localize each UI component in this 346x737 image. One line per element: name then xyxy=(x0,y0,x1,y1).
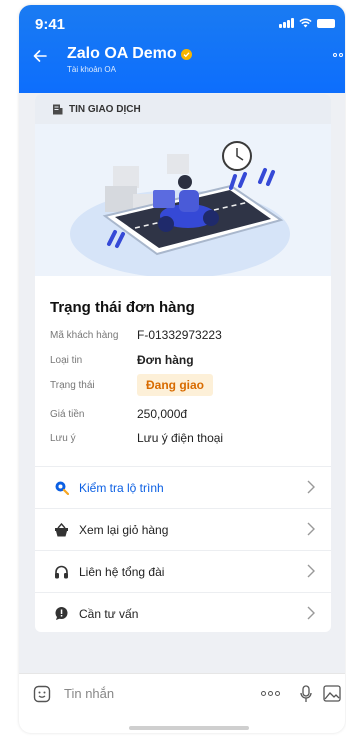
route-search-icon xyxy=(53,480,69,496)
oa-title[interactable]: Zalo OA Demo xyxy=(67,45,192,63)
field-label: Mã khách hàng xyxy=(50,329,119,341)
field-value: F-01332973223 xyxy=(137,328,222,342)
chevron-right-icon xyxy=(307,606,315,620)
home-indicator xyxy=(129,726,249,730)
action-view-cart[interactable]: Xem lại giỏ hàng xyxy=(35,508,331,550)
more-options-icon[interactable] xyxy=(261,691,280,696)
status-icons xyxy=(279,18,335,28)
action-label: Cần tư vấn xyxy=(79,606,139,621)
field-price: Giá tiền 250,000đ xyxy=(50,407,187,421)
field-value: Đơn hàng xyxy=(137,353,194,367)
image-icon[interactable] xyxy=(323,685,341,702)
oa-subtitle: Tài khoản OA xyxy=(67,65,116,74)
status-time: 9:41 xyxy=(35,16,66,33)
battery-icon xyxy=(317,19,335,28)
receipt-icon xyxy=(53,104,63,114)
message-composer: Tin nhắn xyxy=(19,673,345,733)
oa-name: Zalo OA Demo xyxy=(67,45,177,62)
field-value: Lưu ý điện thoại xyxy=(137,431,224,445)
message-input[interactable]: Tin nhắn xyxy=(64,686,114,701)
wifi-icon xyxy=(299,18,312,28)
action-label: Kiểm tra lộ trình xyxy=(79,480,164,495)
status-badge: Đang giao xyxy=(137,374,214,396)
field-label: Giá tiền xyxy=(50,408,85,420)
transaction-card: TIN GIAO DỊCH Trạng thái đơn hàng Mã khá… xyxy=(35,94,331,632)
signal-icon xyxy=(279,18,294,28)
chevron-right-icon xyxy=(307,522,315,536)
action-contact-hotline[interactable]: Liên hệ tổng đài xyxy=(35,550,331,592)
field-status: Trạng thái Đang giao xyxy=(50,374,214,396)
field-value: 250,000đ xyxy=(137,407,188,421)
phone-screen: 9:41 Zalo OA Demo Tài khoản OA TIN GIAO … xyxy=(19,5,345,733)
action-label: Xem lại giỏ hàng xyxy=(79,522,169,537)
verified-badge-icon xyxy=(180,48,192,60)
field-message-type: Loại tin Đơn hàng xyxy=(50,353,194,367)
chat-bubble-icon xyxy=(53,606,69,622)
chevron-right-icon xyxy=(307,480,315,494)
back-arrow-icon[interactable] xyxy=(33,50,47,62)
cart-icon xyxy=(53,522,69,538)
chevron-right-icon xyxy=(307,564,315,578)
field-note: Lưu ý Lưu ý điện thoại xyxy=(50,431,223,445)
field-label: Lưu ý xyxy=(50,432,76,444)
order-status-title: Trạng thái đơn hàng xyxy=(50,299,195,316)
field-label: Trạng thái xyxy=(50,379,95,391)
action-label: Liên hệ tổng đài xyxy=(79,564,165,579)
action-check-route[interactable]: Kiểm tra lộ trình xyxy=(35,466,331,508)
microphone-icon[interactable] xyxy=(300,685,312,703)
field-label: Loại tin xyxy=(50,354,83,366)
action-need-advice[interactable]: Cần tư vấn xyxy=(35,592,331,632)
emoji-icon[interactable] xyxy=(33,685,51,703)
more-options-icon[interactable] xyxy=(333,53,345,57)
field-customer-code: Mã khách hàng F-01332973223 xyxy=(50,328,222,342)
delivery-illustration xyxy=(35,124,331,276)
section-label: TIN GIAO DỊCH xyxy=(69,103,141,115)
card-section-header: TIN GIAO DỊCH xyxy=(35,94,331,124)
chat-header: 9:41 Zalo OA Demo Tài khoản OA xyxy=(19,5,345,93)
headphones-icon xyxy=(53,564,69,580)
